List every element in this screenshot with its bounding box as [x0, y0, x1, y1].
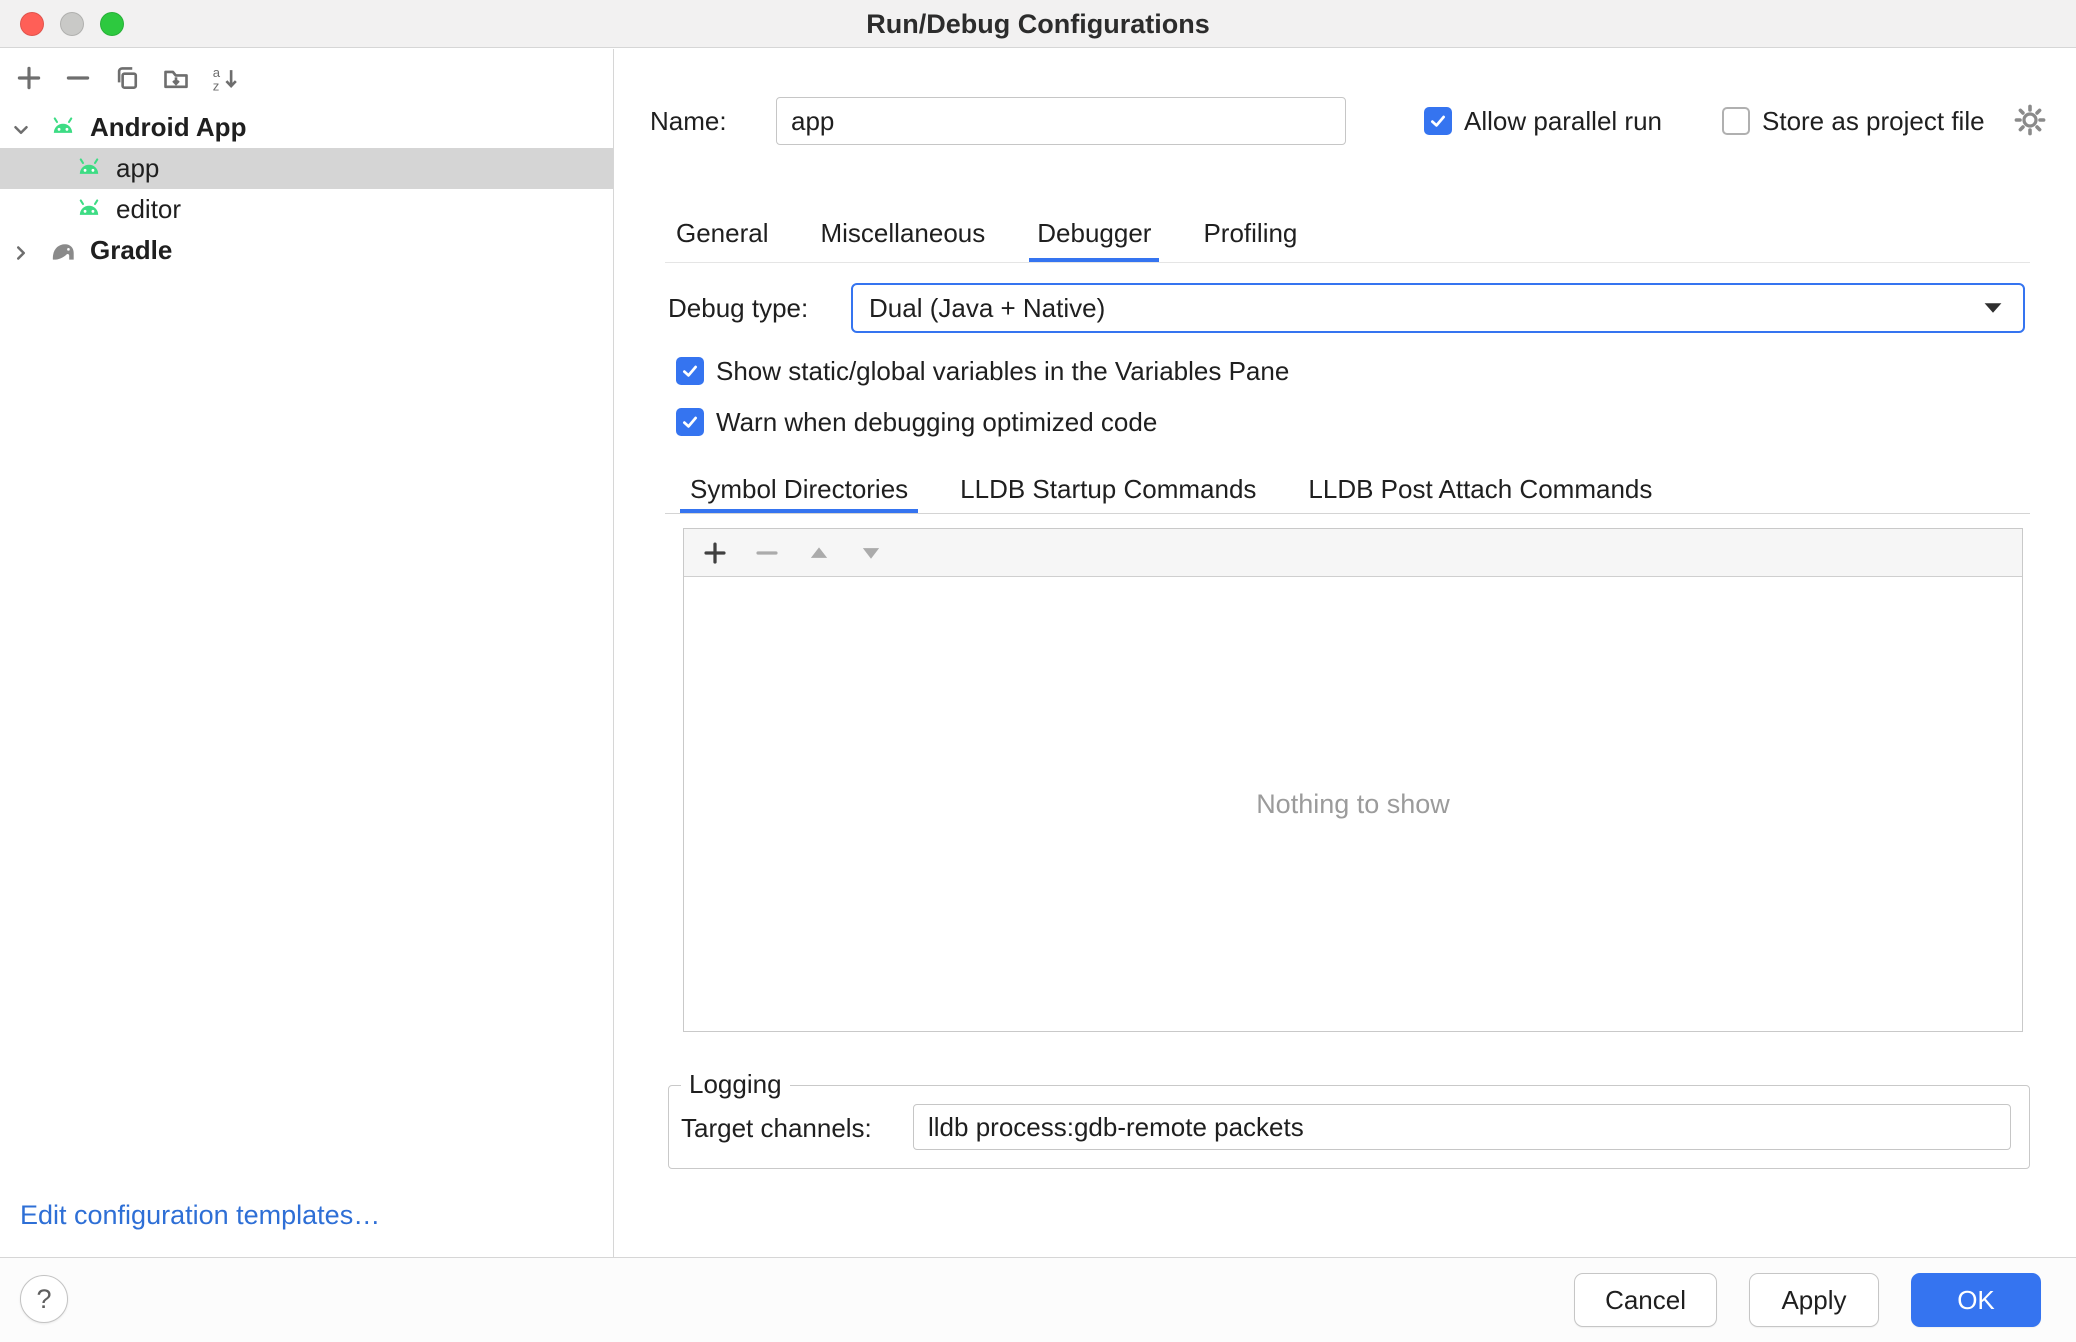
apply-button[interactable]: Apply	[1749, 1273, 1879, 1327]
allow-parallel-run-checkbox[interactable]	[1424, 107, 1452, 135]
android-icon	[74, 154, 104, 184]
tree-item-editor[interactable]: editor	[0, 189, 613, 230]
sort-configurations-button[interactable]: a z	[210, 63, 240, 93]
window-title: Run/Debug Configurations	[0, 0, 2076, 48]
tree-item-label: Android App	[90, 112, 246, 143]
sort-alphabetically-icon: a z	[211, 64, 239, 92]
subtabs-divider	[665, 513, 2030, 514]
question-mark-icon: ?	[36, 1284, 51, 1315]
warn-optimized-code-checkbox[interactable]	[676, 408, 704, 436]
nothing-to-show-text: Nothing to show	[1256, 789, 1450, 820]
sidebar: a z	[0, 49, 614, 1257]
tree-item-gradle[interactable]: Gradle	[0, 230, 613, 271]
chevron-down-icon	[1983, 302, 2003, 314]
checkmark-icon	[1428, 111, 1448, 131]
titlebar: Run/Debug Configurations	[0, 0, 2076, 48]
sidebar-toolbar: a z	[0, 49, 613, 107]
footer: ? Cancel Apply OK	[0, 1257, 2076, 1342]
store-as-project-file-checkbox[interactable]	[1722, 107, 1750, 135]
table-remove-button[interactable]	[752, 538, 782, 568]
gear-icon	[2014, 104, 2046, 136]
table-empty-area: Nothing to show	[684, 577, 2022, 1031]
triangle-up-icon	[806, 540, 832, 566]
footer-buttons: Cancel Apply OK	[1574, 1273, 2041, 1327]
table-move-up-button[interactable]	[804, 538, 834, 568]
gradle-icon	[48, 236, 78, 266]
remove-icon	[64, 64, 92, 92]
show-static-variables-label: Show static/global variables in the Vari…	[716, 354, 1289, 388]
tab-general[interactable]: General	[668, 208, 777, 262]
configuration-tree: Android App app	[0, 107, 613, 271]
tree-item-label: app	[116, 153, 159, 184]
tab-symbol-directories[interactable]: Symbol Directories	[680, 469, 918, 513]
tab-profiling[interactable]: Profiling	[1195, 208, 1305, 262]
tab-miscellaneous[interactable]: Miscellaneous	[813, 208, 994, 262]
tabs-divider	[665, 262, 2030, 263]
remove-configuration-button[interactable]	[63, 63, 93, 93]
logging-group: Logging Target channels:	[668, 1085, 2030, 1169]
tree-item-label: Gradle	[90, 235, 172, 266]
new-folder-button[interactable]	[161, 63, 191, 93]
tab-debugger[interactable]: Debugger	[1029, 208, 1159, 262]
store-as-project-file-label: Store as project file	[1762, 107, 1985, 135]
lldb-subtabs: Symbol Directories LLDB Startup Commands…	[680, 469, 1662, 513]
name-input[interactable]	[776, 97, 1346, 145]
name-label: Name:	[650, 97, 727, 145]
cancel-button[interactable]: Cancel	[1574, 1273, 1717, 1327]
tab-lldb-post-attach-commands[interactable]: LLDB Post Attach Commands	[1298, 469, 1662, 513]
tree-item-android-app[interactable]: Android App	[0, 107, 613, 148]
table-add-button[interactable]	[700, 538, 730, 568]
chevron-down-icon[interactable]	[10, 117, 32, 139]
remove-icon	[754, 540, 780, 566]
warn-optimized-code-label: Warn when debugging optimized code	[716, 405, 1157, 439]
tab-lldb-startup-commands[interactable]: LLDB Startup Commands	[950, 469, 1266, 513]
checkmark-icon	[680, 361, 700, 381]
android-icon	[74, 195, 104, 225]
ok-button[interactable]: OK	[1911, 1273, 2041, 1327]
copy-icon	[113, 64, 141, 92]
symbol-directories-table: Nothing to show	[683, 528, 2023, 1032]
store-settings-button[interactable]	[2014, 104, 2046, 136]
tree-item-app[interactable]: app	[0, 148, 613, 189]
debug-type-dropdown[interactable]: Dual (Java + Native)	[851, 283, 2025, 333]
debug-type-label: Debug type:	[668, 283, 808, 333]
checkmark-icon	[680, 412, 700, 432]
table-toolbar	[684, 529, 2022, 577]
tree-item-label: editor	[116, 194, 181, 225]
help-button[interactable]: ?	[20, 1275, 68, 1323]
add-configuration-button[interactable]	[14, 63, 44, 93]
triangle-down-icon	[858, 540, 884, 566]
config-tabs: General Miscellaneous Debugger Profiling	[668, 208, 1305, 262]
edit-configuration-templates-link[interactable]: Edit configuration templates…	[20, 1200, 380, 1231]
svg-text:z: z	[213, 78, 220, 92]
show-static-variables-option: Show static/global variables in the Vari…	[676, 354, 1289, 388]
copy-configuration-button[interactable]	[112, 63, 142, 93]
new-folder-icon	[162, 64, 190, 92]
logging-group-label: Logging	[681, 1069, 790, 1100]
debug-type-value: Dual (Java + Native)	[869, 293, 1983, 324]
warn-optimized-code-option: Warn when debugging optimized code	[676, 405, 1157, 439]
show-static-variables-checkbox[interactable]	[676, 357, 704, 385]
target-channels-input[interactable]	[913, 1104, 2011, 1150]
chevron-right-icon[interactable]	[10, 240, 32, 262]
target-channels-label: Target channels:	[681, 1105, 872, 1151]
add-icon	[702, 540, 728, 566]
android-icon	[48, 113, 78, 143]
main-panel: Name: Allow parallel run Store as projec…	[615, 49, 2076, 1257]
add-icon	[15, 64, 43, 92]
run-debug-configurations-dialog: Run/Debug Configurations	[0, 0, 2076, 1342]
allow-parallel-run-label: Allow parallel run	[1464, 107, 1662, 135]
table-move-down-button[interactable]	[856, 538, 886, 568]
